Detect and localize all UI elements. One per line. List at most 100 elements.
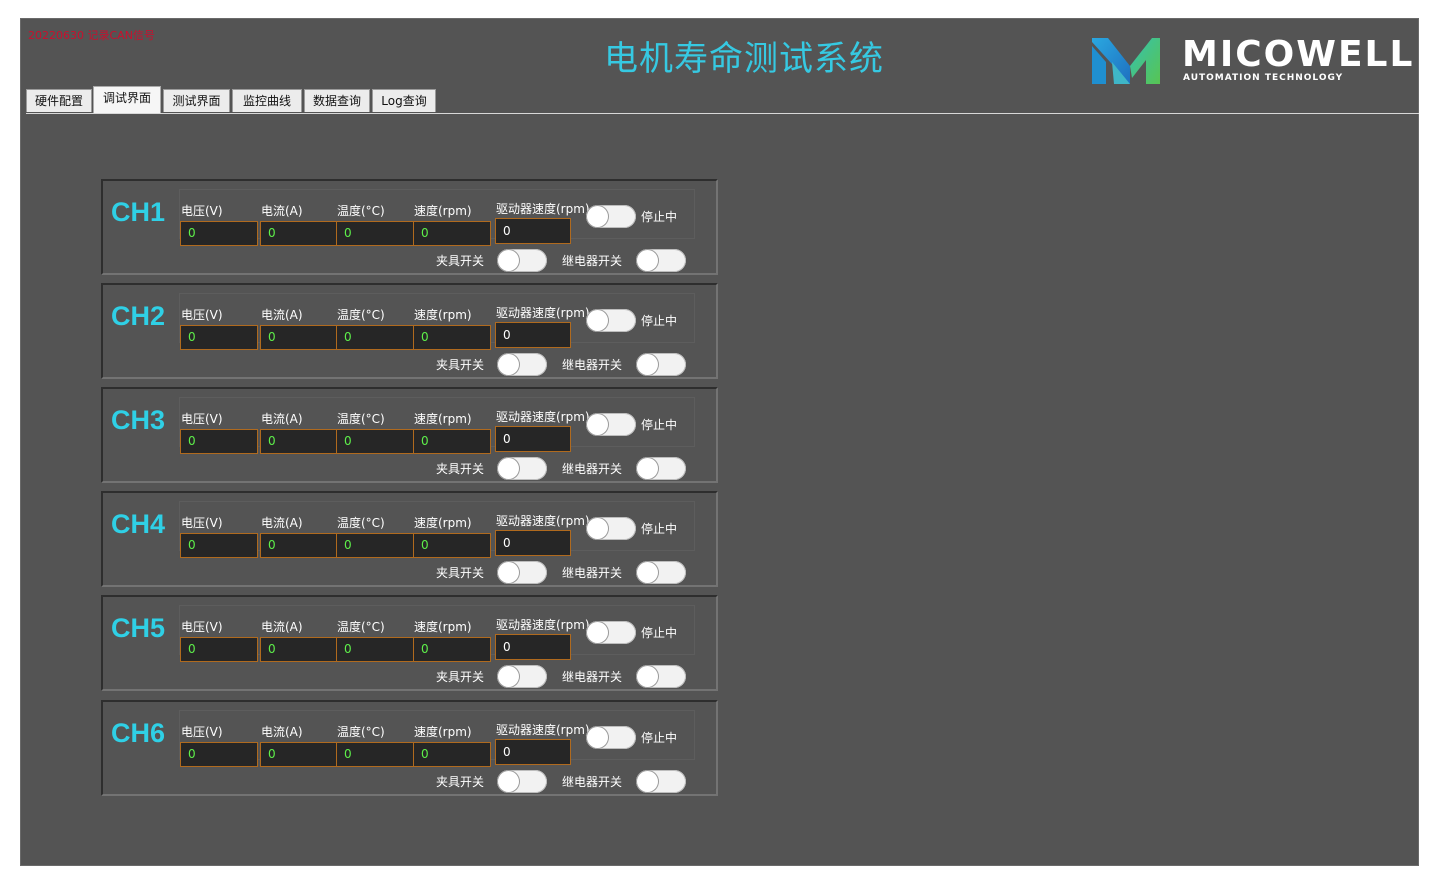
tab-test[interactable]: 测试界面 xyxy=(163,89,230,112)
channel-panel-ch2: CH2 电压(V) 0 电流(A) 0 温度(°C) 0 速度(rpm) 0 驱动器速度(rpm)… xyxy=(101,283,718,379)
relay-switch-label: 继电器开关 xyxy=(562,670,623,684)
temperature-field[interactable]: 0 xyxy=(336,637,414,662)
tab-debug[interactable]: 调试界面 xyxy=(93,86,161,113)
clamp-switch-label: 夹具开关 xyxy=(436,462,485,476)
toggle-knob xyxy=(498,771,519,792)
driver-speed-label: 驱动器速度(rpm) xyxy=(496,514,590,528)
run-stop-toggle[interactable] xyxy=(586,726,636,749)
temperature-field[interactable]: 0 xyxy=(336,533,414,558)
relay-switch-toggle[interactable] xyxy=(636,561,686,584)
toggle-knob xyxy=(498,666,519,687)
run-stop-toggle[interactable] xyxy=(586,517,636,540)
toggle-knob xyxy=(587,414,608,435)
run-stop-toggle[interactable] xyxy=(586,621,636,644)
run-stop-toggle[interactable] xyxy=(586,309,636,332)
speed-field[interactable]: 0 xyxy=(413,429,491,454)
voltage-field[interactable]: 0 xyxy=(180,429,258,454)
driver-speed-input[interactable]: 0 xyxy=(495,530,571,556)
voltage-field[interactable]: 0 xyxy=(180,742,258,767)
relay-switch-toggle[interactable] xyxy=(636,353,686,376)
tab-monitor-curve[interactable]: 监控曲线 xyxy=(232,89,302,112)
channel-readings-group: 电压(V) 0 电流(A) 0 温度(°C) 0 速度(rpm) 0 驱动器速度(rpm) 0 停止… xyxy=(179,605,695,662)
current-label: 电流(A) xyxy=(261,308,303,322)
voltage-field[interactable]: 0 xyxy=(180,637,258,662)
current-label: 电流(A) xyxy=(261,204,303,218)
speed-field[interactable]: 0 xyxy=(413,742,491,767)
temperature-field[interactable]: 0 xyxy=(336,742,414,767)
voltage-field[interactable]: 0 xyxy=(180,325,258,350)
channel-label: CH3 xyxy=(111,405,166,435)
voltage-field[interactable]: 0 xyxy=(180,221,258,246)
voltage-label: 电压(V) xyxy=(181,620,223,634)
temperature-label: 温度(°C) xyxy=(337,725,385,739)
channel-panel-ch6: CH6 电压(V) 0 电流(A) 0 温度(°C) 0 速度(rpm) 0 驱动器速度(rpm)… xyxy=(101,700,718,796)
clamp-switch-label: 夹具开关 xyxy=(436,670,485,684)
run-stop-toggle[interactable] xyxy=(586,205,636,228)
driver-speed-input[interactable]: 0 xyxy=(495,426,571,452)
speed-field[interactable]: 0 xyxy=(413,533,491,558)
voltage-field[interactable]: 0 xyxy=(180,533,258,558)
relay-switch-label: 继电器开关 xyxy=(562,358,623,372)
status-label: 停止中 xyxy=(641,418,678,432)
current-field[interactable]: 0 xyxy=(260,325,338,350)
relay-switch-toggle[interactable] xyxy=(636,457,686,480)
relay-switch-toggle[interactable] xyxy=(636,249,686,272)
current-field[interactable]: 0 xyxy=(260,429,338,454)
voltage-label: 电压(V) xyxy=(181,725,223,739)
run-stop-toggle[interactable] xyxy=(586,413,636,436)
toggle-knob xyxy=(587,622,608,643)
tab-hardware-config[interactable]: 硬件配置 xyxy=(26,89,92,112)
current-label: 电流(A) xyxy=(261,620,303,634)
clamp-switch-label: 夹具开关 xyxy=(436,254,485,268)
speed-label: 速度(rpm) xyxy=(414,725,472,739)
speed-label: 速度(rpm) xyxy=(414,516,472,530)
speed-label: 速度(rpm) xyxy=(414,204,472,218)
voltage-label: 电压(V) xyxy=(181,204,223,218)
channel-panel-ch3: CH3 电压(V) 0 电流(A) 0 温度(°C) 0 速度(rpm) 0 驱动器速度(rpm)… xyxy=(101,387,718,483)
clamp-switch-label: 夹具开关 xyxy=(436,358,485,372)
toggle-knob xyxy=(637,666,658,687)
speed-field[interactable]: 0 xyxy=(413,325,491,350)
voltage-label: 电压(V) xyxy=(181,308,223,322)
speed-label: 速度(rpm) xyxy=(414,412,472,426)
clamp-switch-toggle[interactable] xyxy=(497,770,547,793)
toggle-knob xyxy=(587,310,608,331)
current-field[interactable]: 0 xyxy=(260,221,338,246)
current-field[interactable]: 0 xyxy=(260,533,338,558)
toggle-knob xyxy=(587,206,608,227)
temperature-label: 温度(°C) xyxy=(337,412,385,426)
clamp-switch-toggle[interactable] xyxy=(497,353,547,376)
temperature-field[interactable]: 0 xyxy=(336,221,414,246)
status-label: 停止中 xyxy=(641,731,678,745)
status-label: 停止中 xyxy=(641,314,678,328)
micowell-m-logo-icon xyxy=(1092,38,1160,84)
current-field[interactable]: 0 xyxy=(260,637,338,662)
relay-switch-toggle[interactable] xyxy=(636,665,686,688)
temperature-field[interactable]: 0 xyxy=(336,325,414,350)
clamp-switch-toggle[interactable] xyxy=(497,561,547,584)
tab-log-query[interactable]: Log查询 xyxy=(372,89,436,112)
app-title: 电机寿命测试系统 xyxy=(604,39,884,79)
speed-field[interactable]: 0 xyxy=(413,221,491,246)
clamp-switch-label: 夹具开关 xyxy=(436,775,485,789)
driver-speed-input[interactable]: 0 xyxy=(495,218,571,244)
relay-switch-toggle[interactable] xyxy=(636,770,686,793)
speed-field[interactable]: 0 xyxy=(413,637,491,662)
driver-speed-input[interactable]: 0 xyxy=(495,634,571,660)
temperature-field[interactable]: 0 xyxy=(336,429,414,454)
clamp-switch-toggle[interactable] xyxy=(497,457,547,480)
voltage-label: 电压(V) xyxy=(181,412,223,426)
relay-switch-label: 继电器开关 xyxy=(562,254,623,268)
clamp-switch-toggle[interactable] xyxy=(497,249,547,272)
toggle-knob xyxy=(587,518,608,539)
current-field[interactable]: 0 xyxy=(260,742,338,767)
toggle-knob xyxy=(637,771,658,792)
channel-label: CH1 xyxy=(111,197,166,227)
header-note: 20220630 记录CAN信号 xyxy=(28,29,155,42)
clamp-switch-toggle[interactable] xyxy=(497,665,547,688)
driver-speed-input[interactable]: 0 xyxy=(495,322,571,348)
current-label: 电流(A) xyxy=(261,725,303,739)
temperature-label: 温度(°C) xyxy=(337,620,385,634)
tab-data-query[interactable]: 数据查询 xyxy=(304,89,370,112)
driver-speed-input[interactable]: 0 xyxy=(495,739,571,765)
